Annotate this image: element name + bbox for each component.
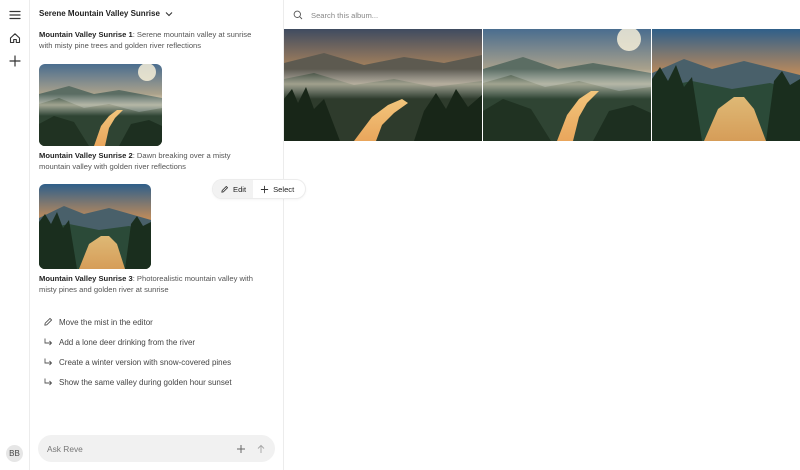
image-caption-3: Mountain Valley Sunrise 3: Photorealisti…: [39, 274, 253, 294]
new-icon[interactable]: [6, 52, 24, 70]
nav-rail: BB: [0, 0, 30, 470]
pencil-icon: [44, 317, 53, 326]
gallery-image-1[interactable]: [284, 29, 482, 141]
arrow-return-icon: [44, 358, 53, 366]
chevron-down-icon: [165, 11, 173, 16]
avatar[interactable]: BB: [6, 445, 23, 462]
search-icon: [293, 10, 303, 20]
arrow-return-icon: [44, 378, 53, 386]
suggestion-item[interactable]: Move the mist in the editor: [43, 312, 232, 332]
home-icon[interactable]: [6, 29, 24, 47]
album-title-dropdown[interactable]: Serene Mountain Valley Sunrise: [39, 9, 173, 18]
image-grid: [284, 29, 800, 141]
gallery-image-2[interactable]: [483, 29, 651, 141]
chat-input-bar: [38, 435, 275, 462]
thumbnail-2[interactable]: [39, 64, 162, 146]
pencil-icon: [221, 185, 228, 193]
album-search: [293, 7, 553, 23]
gallery-area: [284, 0, 800, 470]
menu-icon[interactable]: [6, 6, 24, 24]
arrow-return-icon: [44, 338, 53, 346]
album-title: Serene Mountain Valley Sunrise: [39, 9, 160, 18]
search-input[interactable]: [311, 10, 531, 20]
thumbnail-3[interactable]: [39, 184, 151, 269]
image-caption-2: Mountain Valley Sunrise 2: Dawn breaking…: [39, 151, 231, 171]
suggestion-item[interactable]: Add a lone deer drinking from the river: [43, 332, 232, 352]
album-panel: Serene Mountain Valley Sunrise Mountain …: [30, 0, 305, 470]
image-caption-1: Mountain Valley Sunrise 1: Serene mounta…: [39, 30, 252, 50]
suggestion-item[interactable]: Show the same valley during golden hour …: [43, 372, 232, 392]
plus-icon: [260, 185, 269, 193]
suggestion-item[interactable]: Create a winter version with snow-covere…: [43, 352, 232, 372]
send-arrow-icon[interactable]: [256, 444, 266, 454]
chat-input[interactable]: [47, 443, 236, 454]
suggestion-list: Move the mist in the editor Add a lone d…: [43, 312, 232, 392]
gallery-image-3[interactable]: [652, 29, 800, 141]
edit-button[interactable]: Edit: [213, 180, 254, 198]
plus-icon[interactable]: [236, 444, 246, 454]
